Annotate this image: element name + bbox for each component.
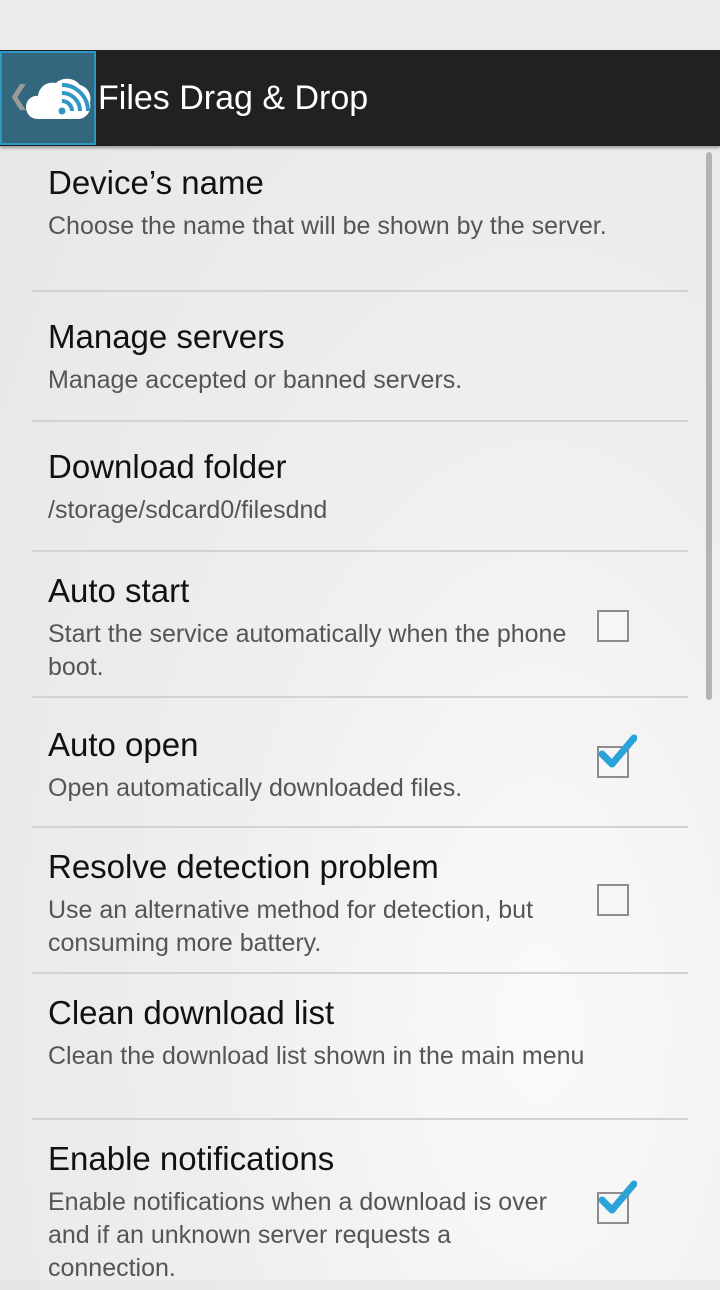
pref-title: Auto open xyxy=(48,726,199,763)
pref-auto-open[interactable]: Auto open Open automatically downloaded … xyxy=(32,698,688,828)
pref-auto-start[interactable]: Auto start Start the service automatical… xyxy=(32,552,688,698)
auto-start-checkbox[interactable] xyxy=(597,610,629,642)
home-up-button[interactable]: ❮ xyxy=(0,51,96,145)
pref-summary: Use an alternative method for detection,… xyxy=(48,896,534,957)
scrollbar[interactable] xyxy=(706,152,712,700)
preferences-list: Device’s name Choose the name that will … xyxy=(32,146,688,1290)
pref-title: Device’s name xyxy=(48,164,264,201)
pref-device-name[interactable]: Device’s name Choose the name that will … xyxy=(32,146,688,292)
pref-summary: Enable notifications when a download is … xyxy=(48,1188,547,1282)
pref-title: Enable notifications xyxy=(48,1140,335,1177)
check-mark-icon xyxy=(598,1180,637,1214)
check-mark-icon xyxy=(598,734,637,768)
pref-title: Download folder xyxy=(48,448,287,485)
app-title: Files Drag & Drop xyxy=(98,79,369,117)
auto-open-checkbox[interactable] xyxy=(597,734,637,778)
status-bar xyxy=(0,0,720,50)
action-bar: ❮ Files Drag & Drop xyxy=(0,50,720,146)
pref-summary: Choose the name that will be shown by th… xyxy=(48,212,607,240)
pref-resolve-detection[interactable]: Resolve detection problem Use an alterna… xyxy=(32,828,688,974)
pref-manage-servers[interactable]: Manage servers Manage accepted or banned… xyxy=(32,292,688,422)
resolve-detection-checkbox[interactable] xyxy=(597,884,629,916)
pref-title: Resolve detection problem xyxy=(48,848,439,885)
pref-title: Auto start xyxy=(48,572,190,609)
pref-summary: Manage accepted or banned servers. xyxy=(48,366,463,394)
cloud-wifi-icon xyxy=(26,78,91,119)
pref-title: Manage servers xyxy=(48,318,285,355)
pref-summary: Start the service automatically when the… xyxy=(48,620,567,681)
pref-summary: /storage/sdcard0/filesdnd xyxy=(48,496,328,524)
pref-download-folder[interactable]: Download folder /storage/sdcard0/filesdn… xyxy=(32,422,688,552)
enable-notifications-checkbox[interactable] xyxy=(597,1180,637,1224)
pref-clean-download-list[interactable]: Clean download list Clean the download l… xyxy=(32,974,688,1120)
pref-summary: Clean the download list shown in the mai… xyxy=(48,1042,585,1070)
pref-summary: Open automatically downloaded files. xyxy=(48,774,463,802)
pref-enable-notifications[interactable]: Enable notifications Enable notification… xyxy=(32,1120,688,1290)
pref-title: Clean download list xyxy=(48,994,335,1031)
